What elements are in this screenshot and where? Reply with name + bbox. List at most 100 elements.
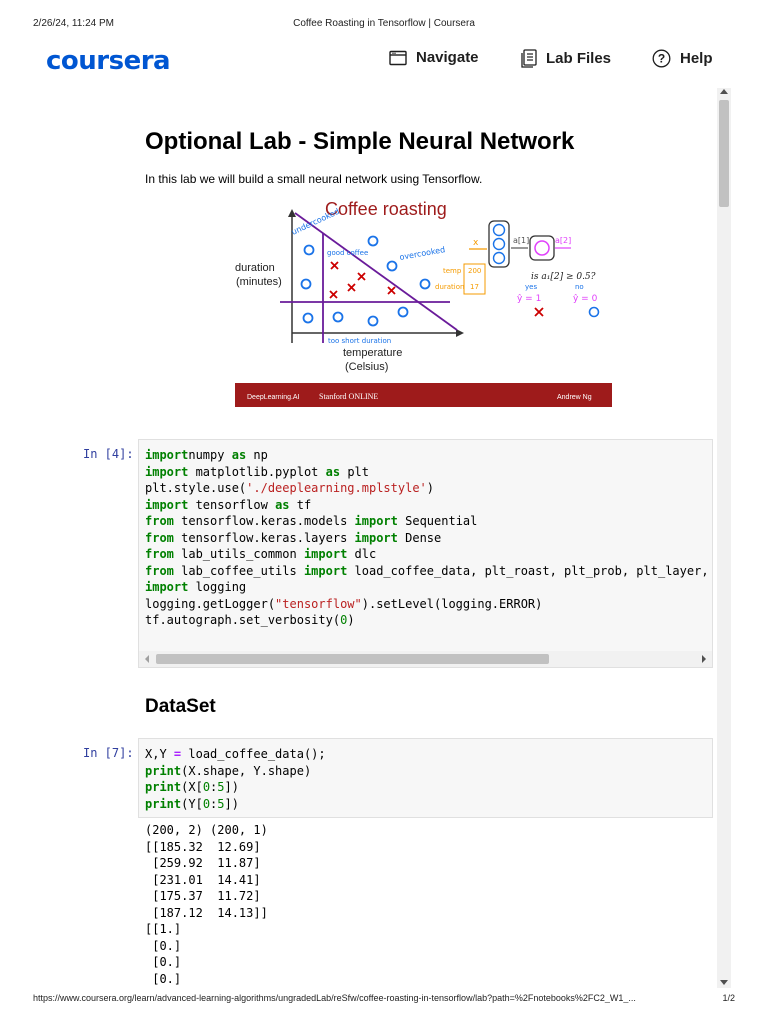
cell-prompt-7: In [7]: bbox=[83, 746, 134, 760]
code-line: import logging bbox=[145, 580, 246, 594]
print-footer: https://www.coursera.org/learn/advanced-… bbox=[0, 993, 768, 1007]
ann-overcooked: overcooked bbox=[399, 245, 446, 262]
scroll-down-arrow[interactable] bbox=[720, 980, 728, 985]
code-token: import bbox=[145, 580, 189, 594]
svg-text:?: ? bbox=[658, 52, 665, 66]
help-label: Help bbox=[680, 50, 713, 67]
top-bar: coursera Navigate Lab Files ? Help bbox=[0, 44, 768, 80]
code-line: from lab_coffee_utils import load_coffee… bbox=[145, 564, 709, 578]
print-url: https://www.coursera.org/learn/advanced-… bbox=[33, 993, 636, 1003]
code-token: tensorflow bbox=[188, 497, 276, 512]
code-token: from bbox=[145, 514, 174, 528]
ylabel-line1: duration bbox=[235, 262, 275, 274]
footer-deeplearning: DeepLearning.AI bbox=[247, 394, 300, 401]
print-header: 2/26/24, 11:24 PM Coffee Roasting in Ten… bbox=[0, 18, 768, 32]
code-token: as bbox=[275, 497, 290, 512]
code-token: 5 bbox=[217, 780, 225, 794]
hscrollbar-thumb[interactable] bbox=[156, 654, 549, 664]
ann-good-coffee: good coffee bbox=[327, 249, 368, 257]
code-token: ]) bbox=[224, 796, 239, 811]
xlabel-line1: temperature bbox=[343, 347, 402, 359]
code-token: import bbox=[145, 497, 189, 512]
coffee-roasting-figure: Coffee roasting undercooked good coffee … bbox=[235, 193, 612, 407]
footer-andrew-ng: Andrew Ng bbox=[557, 394, 592, 401]
code-token: ) bbox=[426, 481, 435, 495]
code-cell-dataset[interactable]: X,Y = load_coffee_data(); print(X.shape,… bbox=[138, 738, 713, 818]
code-token: (X.shape, Y.shape) bbox=[181, 763, 312, 778]
navigate-label: Navigate bbox=[416, 49, 479, 66]
coursera-logo[interactable]: coursera bbox=[46, 46, 171, 76]
ann-duration-val: 17 bbox=[470, 283, 479, 291]
code-token: from bbox=[145, 530, 174, 545]
ann-undercooked: undercooked bbox=[290, 207, 341, 237]
code-token: import bbox=[354, 530, 398, 545]
overcook-boundary bbox=[294, 212, 458, 331]
ann-a1: a[1] bbox=[513, 236, 529, 245]
ann-yes: yes bbox=[525, 283, 537, 291]
code-token: plt bbox=[340, 464, 369, 479]
scroll-up-arrow[interactable] bbox=[720, 89, 728, 94]
page-scrollbar[interactable] bbox=[717, 88, 731, 988]
ann-temp-val: 200 bbox=[468, 267, 481, 275]
code-token: as bbox=[231, 448, 247, 462]
code-token: import bbox=[145, 448, 189, 462]
lab-files-label: Lab Files bbox=[546, 50, 612, 67]
navigate-button[interactable]: Navigate bbox=[389, 49, 479, 66]
code-token: matplotlib.pyplot bbox=[188, 464, 326, 479]
code-token: (X[ bbox=[181, 780, 203, 794]
notebook-title: Optional Lab - Simple Neural Network bbox=[145, 128, 575, 155]
help-button[interactable]: ? Help bbox=[652, 49, 713, 68]
code-line: print(Y[0:5]) bbox=[145, 797, 239, 811]
print-page-title: Coffee Roasting in Tensorflow | Coursera bbox=[293, 18, 475, 29]
help-icon: ? bbox=[652, 49, 671, 68]
scrollbar-thumb[interactable] bbox=[719, 100, 729, 207]
code-token: ).setLevel(logging.ERROR) bbox=[361, 596, 543, 611]
code-token: Dense bbox=[397, 530, 442, 545]
cell-prompt-4: In [4]: bbox=[83, 447, 134, 461]
lab-files-icon bbox=[521, 49, 537, 68]
code-token: (Y[ bbox=[181, 796, 203, 811]
code-token: Sequential bbox=[397, 514, 478, 528]
code-token: import bbox=[303, 563, 348, 578]
code-token: X,Y bbox=[145, 747, 174, 761]
scroll-left-arrow[interactable] bbox=[145, 655, 149, 663]
code-token: load_coffee_data(); bbox=[181, 747, 326, 761]
code-token: lab_coffee_utils bbox=[173, 563, 304, 578]
code-token: 0 bbox=[202, 796, 211, 811]
code-token: 0 bbox=[202, 780, 211, 794]
code-token: ]) bbox=[224, 780, 239, 794]
code-token: logging bbox=[188, 580, 247, 594]
ann-a2: a[2] bbox=[555, 236, 571, 245]
code-token: print bbox=[145, 763, 182, 778]
code-token: 5 bbox=[217, 796, 225, 811]
lab-files-button[interactable]: Lab Files bbox=[521, 49, 611, 68]
code-cell-imports[interactable]: importnumpy as np import matplotlib.pypl… bbox=[138, 439, 713, 668]
code-line: importnumpy as np bbox=[145, 448, 268, 462]
ann-duration: duration bbox=[435, 283, 464, 291]
xlabel-line2: (Celsius) bbox=[345, 361, 388, 373]
ann-no: no bbox=[575, 283, 584, 291]
code-cell-hscrollbar[interactable] bbox=[139, 651, 712, 667]
footer-stanford: Stanford ONLINE bbox=[319, 392, 378, 401]
code-token: ) bbox=[347, 613, 355, 627]
code-token: import bbox=[354, 514, 398, 528]
ann-short-duration: too short duration bbox=[328, 337, 391, 345]
scroll-right-arrow[interactable] bbox=[702, 655, 706, 663]
code-token: import bbox=[145, 464, 189, 479]
code-token: from bbox=[145, 563, 174, 578]
output-cross bbox=[534, 307, 544, 317]
code-token: print bbox=[145, 796, 182, 811]
code-line: import matplotlib.pyplot as plt bbox=[145, 465, 369, 479]
code-token: dlc bbox=[347, 547, 377, 561]
figure-title: Coffee roasting bbox=[325, 199, 447, 219]
code-line: print(X.shape, Y.shape) bbox=[145, 764, 311, 778]
coffee-roasting-diagram: Coffee roasting undercooked good coffee … bbox=[235, 199, 612, 407]
code-token: tensorflow.keras.layers bbox=[173, 530, 355, 545]
code-token: np bbox=[246, 448, 268, 462]
cell-output: (200, 2) (200, 1) [[185.32 12.69] [259.9… bbox=[145, 823, 268, 986]
code-imports: importnumpy as np import matplotlib.pypl… bbox=[139, 440, 712, 636]
output-circle bbox=[588, 306, 600, 318]
code-line: logging.getLogger("tensorflow").setLevel… bbox=[145, 597, 542, 611]
code-line: import tensorflow as tf bbox=[145, 498, 311, 512]
section-dataset-heading: DataSet bbox=[145, 696, 216, 717]
